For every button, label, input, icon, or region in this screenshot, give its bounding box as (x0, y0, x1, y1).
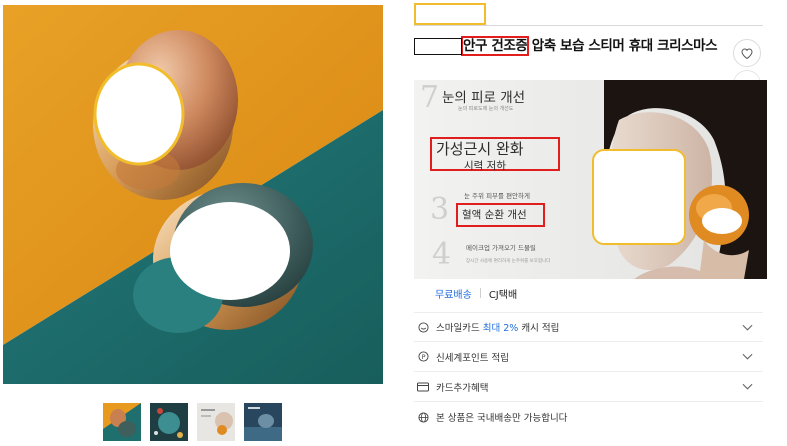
banner-num-4: 4 (432, 237, 452, 272)
thumbnail-strip (103, 403, 282, 441)
brand-label-redacted (414, 3, 486, 25)
banner-line-2: 가성근시 완화 (436, 140, 524, 158)
free-shipping-label: 무료배송 (435, 289, 472, 301)
main-product-image (3, 5, 383, 384)
thumbnail-1[interactable] (103, 403, 141, 441)
banner-line-3: 혈액 순환 개선 (462, 209, 527, 221)
thumbnail-2[interactable] (150, 403, 188, 441)
banner-line-4: 메이크업 가져오기 드물릴 (466, 244, 536, 252)
smile-icon (417, 321, 429, 333)
banner-line-2-note: 눈 주위 피부를 편안하게 (464, 192, 530, 200)
title-divider (414, 25, 763, 26)
title-rest: 압축 보습 스티머 휴대 크리스마스 (527, 38, 718, 54)
benefit-text-2: 신세계포인트 적립 (436, 352, 509, 364)
product-title: 안구 건조증 압축 보습 스티머 휴대 크리스마스 (414, 34, 726, 78)
courier-label: CJ택배 (488, 289, 518, 301)
benefit-1-highlight: 최대 2% (482, 323, 519, 334)
card-icon (417, 381, 429, 393)
point-icon: P (417, 351, 429, 363)
device-redaction (702, 208, 742, 234)
banner-num-3: 3 (430, 192, 450, 227)
seller-tag-redacted (414, 38, 462, 55)
wishlist-button[interactable] (733, 39, 761, 67)
banner-line-4-sub: 장시간 사용에 편리하게 눈주위를 보호합니다 (466, 259, 551, 264)
benefit-text-3: 카드추가혜택 (436, 382, 489, 394)
delivery-divider (479, 288, 481, 298)
title-highlight: 안구 건조증 (460, 36, 530, 56)
thumbnail-4[interactable] (244, 403, 282, 441)
thumbnail-3[interactable] (197, 403, 235, 441)
svg-text:P: P (421, 353, 425, 361)
benefit-text-1: 스마일카드 최대 2% 캐시 적립 (436, 320, 559, 334)
benefit-1-suffix: 캐시 적립 (518, 323, 560, 334)
heart-icon (741, 44, 753, 63)
benefit-text-4: 본 상품은 국내배송만 가능합니다 (436, 413, 568, 424)
banner-line-1-sub: 눈의 피로도에 눈의 개선도 (458, 106, 514, 112)
banner-line-2-sub: 시력 저하 (464, 160, 506, 172)
face-redaction (592, 149, 686, 245)
chevron-down-icon (742, 323, 753, 334)
benefit-row-card-benefit[interactable]: 카드추가혜택 (414, 372, 763, 402)
delivery-info: 무료배송 CJ택배 (435, 286, 518, 301)
banner-line-1: 눈의 피로 개선 (442, 90, 526, 106)
benefit-1-prefix: 스마일카드 (436, 323, 483, 334)
globe-icon (417, 411, 429, 423)
benefit-row-smilecard[interactable]: 스마일카드 최대 2% 캐시 적립 (414, 312, 763, 342)
chevron-down-icon (742, 382, 753, 393)
benefit-row-shinsegae-point[interactable]: P 신세계포인트 적립 (414, 342, 763, 372)
benefit-row-domestic-shipping: 본 상품은 국내배송만 가능합니다 (414, 402, 763, 432)
product-detail-banner: 7 눈의 피로 개선 눈의 피로도에 눈의 개선도 가성근시 완화 시력 저하 … (414, 80, 767, 279)
banner-num-1: 7 (420, 80, 440, 115)
chevron-down-icon (742, 352, 753, 363)
